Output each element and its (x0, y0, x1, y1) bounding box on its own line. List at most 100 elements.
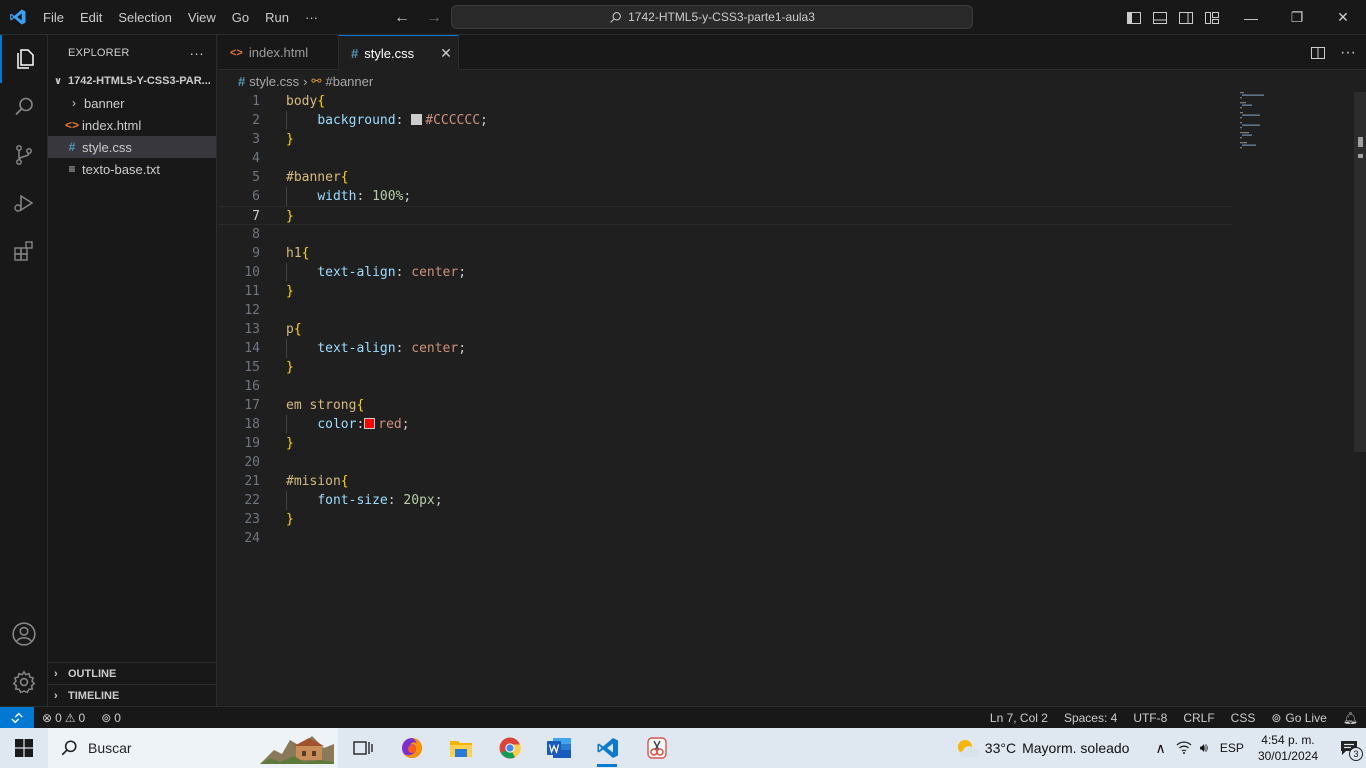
cursor-position[interactable]: Ln 7, Col 2 (990, 711, 1048, 725)
window-controls: — ❐ ✕ (1228, 0, 1366, 35)
code-line[interactable]: 22 font-size: 20px; (218, 491, 1232, 510)
encoding[interactable]: UTF-8 (1133, 711, 1167, 725)
code-line[interactable]: 16 (218, 377, 1232, 396)
menu-file[interactable]: File (35, 0, 72, 35)
code-line[interactable]: 19} (218, 434, 1232, 453)
menu-view[interactable]: View (180, 0, 224, 35)
run-debug-activity[interactable] (0, 179, 48, 227)
code-line[interactable]: 17 em strong{ (218, 396, 1232, 415)
tree-item-index-html[interactable]: <> index.html (48, 114, 216, 136)
explorer-activity[interactable] (0, 35, 48, 83)
search-icon (610, 11, 622, 23)
code-line[interactable]: 21 #mision{ (218, 472, 1232, 491)
code-line[interactable]: 9 h1{ (218, 244, 1232, 263)
close-window-icon[interactable]: ✕ (1320, 0, 1366, 35)
menu-go[interactable]: Go (224, 0, 257, 35)
word-app[interactable] (534, 728, 583, 768)
extensions-activity[interactable] (0, 227, 48, 275)
code-line[interactable]: 20 (218, 453, 1232, 472)
chrome-app[interactable] (485, 728, 534, 768)
tree-item-texto-base[interactable]: ≡ texto-base.txt (48, 158, 216, 180)
code-line[interactable]: 24 (218, 529, 1232, 548)
toggle-secondary-sidebar-icon[interactable] (1178, 10, 1194, 26)
tree-item-style-css[interactable]: # style.css (48, 136, 216, 158)
code-line[interactable]: 2 background: #CCCCCC; (218, 111, 1232, 130)
code-line[interactable]: 13 p{ (218, 320, 1232, 339)
code-line[interactable]: 6 width: 100%; (218, 187, 1232, 206)
back-arrow-icon[interactable]: ← (390, 9, 414, 27)
forward-arrow-icon[interactable]: → (422, 9, 446, 27)
problems-indicator[interactable]: ⊗ 0 ⚠ 0 (42, 711, 85, 725)
search-activity[interactable] (0, 83, 48, 131)
source-control-activity[interactable] (0, 131, 48, 179)
menu-selection[interactable]: Selection (110, 0, 179, 35)
language-mode[interactable]: CSS (1231, 711, 1256, 725)
code-line[interactable]: 5 #banner{ (218, 168, 1232, 187)
snipping-tool-app[interactable] (632, 728, 681, 768)
clock[interactable]: 4:54 p. m. 30/01/2024 (1258, 732, 1318, 764)
firefox-app[interactable] (387, 728, 436, 768)
tree-item-banner[interactable]: › banner (48, 92, 216, 114)
bell-icon[interactable]: 🔔︎ (1343, 711, 1358, 725)
close-icon[interactable]: ✕ (440, 45, 452, 62)
minimize-icon[interactable]: — (1228, 0, 1274, 35)
code-line[interactable]: 8 (218, 225, 1232, 244)
code-line[interactable]: 1 body{ (218, 92, 1232, 111)
code-line[interactable]: 11} (218, 282, 1232, 301)
line-number: 21 (244, 474, 260, 489)
breadcrumb-symbol[interactable]: #banner (325, 74, 373, 89)
code-line[interactable]: 4 (218, 149, 1232, 168)
task-view-button[interactable] (338, 728, 387, 768)
line-number: 16 (244, 379, 260, 394)
more-actions-icon[interactable]: ··· (1340, 44, 1356, 62)
accounts-activity[interactable] (0, 610, 48, 658)
tab-style-css[interactable]: # style.css ✕ (339, 35, 459, 70)
outline-section[interactable]: › OUTLINE (48, 662, 217, 684)
code-line[interactable]: 10 text-align: center; (218, 263, 1232, 282)
menu-more[interactable]: ··· (297, 0, 326, 35)
timeline-section[interactable]: › TIMELINE (48, 684, 217, 706)
command-center-search[interactable]: 1742-HTML5-y-CSS3-parte1-aula3 (451, 5, 973, 29)
toggle-panel-icon[interactable] (1152, 10, 1168, 26)
search-icon (61, 740, 77, 756)
color-swatch[interactable] (364, 418, 376, 429)
code-line[interactable]: 23} (218, 510, 1232, 529)
code-line[interactable]: 15} (218, 358, 1232, 377)
end-of-line[interactable]: CRLF (1183, 711, 1214, 725)
tab-index-html[interactable]: <> index.html (218, 35, 339, 70)
start-button[interactable] (0, 728, 48, 768)
workspace-folder[interactable]: ∨ 1742-HTML5-Y-CSS3-PAR... (48, 70, 216, 92)
taskbar-search[interactable]: Buscar (48, 728, 338, 768)
menu-edit[interactable]: Edit (72, 0, 110, 35)
go-live-button[interactable]: ⊚ Go Live (1271, 711, 1326, 725)
minimap[interactable] (1240, 92, 1340, 152)
restore-icon[interactable]: ❐ (1274, 0, 1320, 35)
wifi-icon[interactable] (1176, 740, 1192, 757)
source-control-icon (16, 145, 32, 165)
notification-center[interactable]: 3 (1332, 728, 1366, 768)
vscode-app[interactable] (583, 728, 632, 768)
file-explorer-app[interactable] (436, 728, 485, 768)
editor-scrollbar[interactable] (1354, 92, 1366, 452)
chevron-up-icon[interactable]: ∧ (1155, 740, 1165, 757)
remote-indicator[interactable] (0, 706, 34, 729)
split-editor-icon[interactable] (1310, 45, 1326, 61)
color-swatch[interactable] (411, 114, 423, 125)
manage-activity[interactable] (0, 658, 48, 706)
explorer-more-actions[interactable]: ··· (189, 45, 204, 61)
code-line[interactable]: 14 text-align: center; (218, 339, 1232, 358)
customize-layout-icon[interactable] (1204, 10, 1220, 26)
indentation[interactable]: Spaces: 4 (1064, 711, 1117, 725)
breadcrumb-file[interactable]: style.css (249, 74, 299, 89)
code-line[interactable]: 3} (218, 130, 1232, 149)
code-line[interactable]: 18 color: red; (218, 415, 1232, 434)
weather-widget[interactable]: 33°C Mayorm. soleado (955, 737, 1129, 759)
menu-run[interactable]: Run (257, 0, 297, 35)
toggle-primary-sidebar-icon[interactable] (1126, 10, 1142, 26)
code-line[interactable]: 7} (218, 206, 1232, 225)
code-line[interactable]: 12 (218, 301, 1232, 320)
ports-indicator[interactable]: ⊚ 0 (101, 711, 121, 725)
code-editor[interactable]: 1 body{2 background: #CCCCCC; 3} 4 5 #banner{… (218, 92, 1366, 706)
input-language[interactable]: ESP (1220, 741, 1244, 755)
speaker-icon[interactable]: 🔊︎ (1200, 740, 1208, 756)
